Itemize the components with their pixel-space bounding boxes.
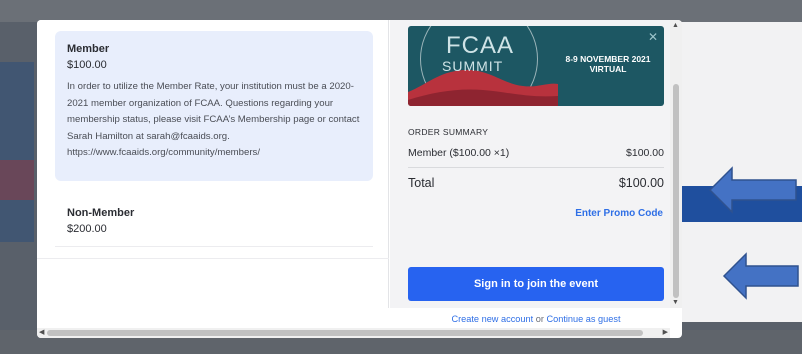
continue-as-guest-link[interactable]: Continue as guest xyxy=(546,314,620,324)
total-amount: $100.00 xyxy=(618,176,664,190)
order-line-item: Member ($100.00 ×1) $100.00 xyxy=(408,147,664,159)
ticket-name: Non-Member xyxy=(67,207,135,219)
line-item-amount: $100.00 xyxy=(626,147,664,159)
ticket-list: Member $100.00 In order to utilize the M… xyxy=(37,20,389,308)
backdrop-header xyxy=(0,0,802,22)
banner-subtitle: SUMMIT xyxy=(442,58,504,74)
scrollbar-thumb[interactable] xyxy=(47,330,643,336)
banner-format-text: VIRTUAL xyxy=(589,64,627,74)
left-arrow-icon xyxy=(708,166,797,214)
scroll-up-icon[interactable]: ▲ xyxy=(672,22,679,29)
vertical-scrollbar[interactable]: ▲ ▼ xyxy=(670,20,682,308)
divider xyxy=(408,167,664,168)
ticket-price: $200.00 xyxy=(67,223,107,235)
left-arrow-icon xyxy=(722,252,799,300)
create-account-link[interactable]: Create new account xyxy=(451,314,533,324)
divider xyxy=(55,246,373,247)
total-label: Total xyxy=(408,176,435,190)
order-summary-title: ORDER SUMMARY xyxy=(408,127,489,137)
divider xyxy=(37,258,389,259)
account-links: Create new account or Continue as guest xyxy=(408,314,664,324)
scrollbar-thumb[interactable] xyxy=(673,84,679,298)
scroll-down-icon[interactable]: ▼ xyxy=(672,299,679,306)
ticket-name: Member xyxy=(67,43,110,55)
ticket-price: $100.00 xyxy=(67,59,107,71)
order-total: Total $100.00 xyxy=(408,176,664,190)
order-summary-panel: FCAA SUMMIT 8-9 NOVEMBER 2021 VIRTUAL ✕ … xyxy=(390,20,670,308)
backdrop-hero-accent xyxy=(0,160,34,200)
ticket-option-non-member[interactable]: Non-Member $200.00 xyxy=(55,195,373,247)
backdrop-hero-left xyxy=(0,62,34,242)
banner-title: FCAA xyxy=(446,32,515,59)
close-icon[interactable]: ✕ xyxy=(648,30,658,44)
promo-code-link[interactable]: Enter Promo Code xyxy=(575,208,663,219)
scroll-right-icon[interactable]: ▶ xyxy=(663,328,668,336)
banner-date: 8-9 NOVEMBER 2021 VIRTUAL xyxy=(558,54,658,74)
event-banner: FCAA SUMMIT 8-9 NOVEMBER 2021 VIRTUAL ✕ xyxy=(408,26,664,106)
or-text: or xyxy=(535,314,544,324)
horizontal-scrollbar[interactable]: ◀ ▶ xyxy=(37,328,670,338)
scroll-left-icon[interactable]: ◀ xyxy=(39,328,44,336)
ticket-option-member[interactable]: Member $100.00 In order to utilize the M… xyxy=(55,31,373,181)
ticket-description: In order to utilize the Member Rate, you… xyxy=(67,81,360,158)
checkout-modal: Member $100.00 In order to utilize the M… xyxy=(37,20,682,338)
line-item-label: Member ($100.00 ×1) xyxy=(408,147,510,159)
sign-in-button[interactable]: Sign in to join the event xyxy=(408,267,664,301)
banner-date-text: 8-9 NOVEMBER 2021 xyxy=(565,54,651,64)
